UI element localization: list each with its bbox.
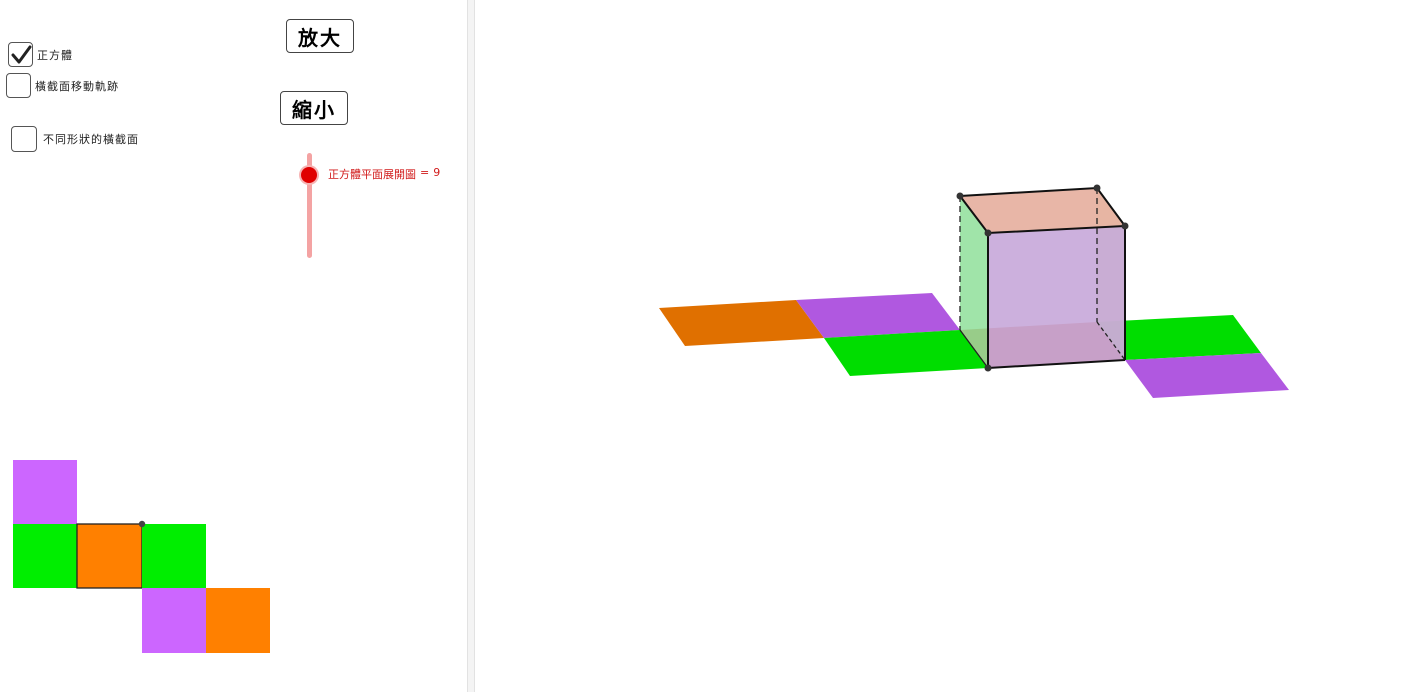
cube-net-2d — [13, 460, 270, 653]
vertex-top-right-back[interactable] — [1093, 184, 1101, 192]
slider-value: 9 — [433, 166, 441, 179]
vertex-bottom-left-front[interactable] — [984, 364, 992, 372]
view-divider[interactable] — [467, 0, 475, 692]
vertex-top-left-back[interactable] — [956, 192, 964, 200]
slider-knob[interactable] — [301, 167, 317, 183]
checkmark-icon — [11, 45, 31, 63]
zoom-out-button[interactable]: 縮小 — [280, 91, 348, 125]
net-face-purple-bottom — [142, 588, 206, 653]
graphics-view-2d[interactable]: 正方體 橫截面移動軌跡 不同形狀的橫截面 放大 縮小 正方體平面展開圖 = 9 — [0, 0, 467, 692]
cube-front-face — [988, 226, 1125, 368]
slider-caption: 正方體平面展開圖 = 9 — [328, 166, 440, 182]
face-3d-orange-far — [659, 300, 824, 346]
checkbox-cube-label: 正方體 — [37, 48, 73, 62]
checkbox-shapes-row[interactable]: 不同形狀的橫截面 — [11, 126, 139, 152]
net-face-purple-top — [13, 460, 77, 524]
slider-equals: = — [420, 166, 430, 179]
slider-label: 正方體平面展開圖 — [328, 168, 416, 181]
checkbox-shapes-label: 不同形狀的橫截面 — [43, 133, 139, 146]
vertex-top-left-front[interactable] — [984, 229, 992, 237]
net-face-orange-end — [206, 588, 270, 653]
checkbox-shapes[interactable] — [11, 126, 37, 152]
geogebra-app: 正方體 橫截面移動軌跡 不同形狀的橫截面 放大 縮小 正方體平面展開圖 = 9 — [0, 0, 1422, 692]
graphics-view-3d[interactable] — [475, 0, 1422, 692]
face-3d-purple-back — [796, 293, 960, 338]
face-3d-green-left — [824, 330, 988, 376]
checkbox-trace[interactable] — [6, 73, 31, 98]
net-face-orange-base — [76, 523, 143, 589]
zoom-in-button[interactable]: 放大 — [286, 19, 354, 53]
face-3d-purple-front — [1125, 353, 1289, 398]
net-face-green-left — [13, 524, 77, 588]
vertex-top-right-front[interactable] — [1121, 222, 1129, 230]
checkbox-trace-row[interactable]: 橫截面移動軌跡 — [6, 73, 119, 98]
net-vertex-point[interactable] — [138, 520, 146, 528]
net-face-green-right — [142, 524, 206, 588]
checkbox-cube[interactable] — [8, 42, 33, 67]
checkbox-trace-label: 橫截面移動軌跡 — [35, 79, 119, 93]
scene-3d — [659, 184, 1289, 398]
checkbox-cube-row[interactable]: 正方體 — [8, 42, 73, 67]
